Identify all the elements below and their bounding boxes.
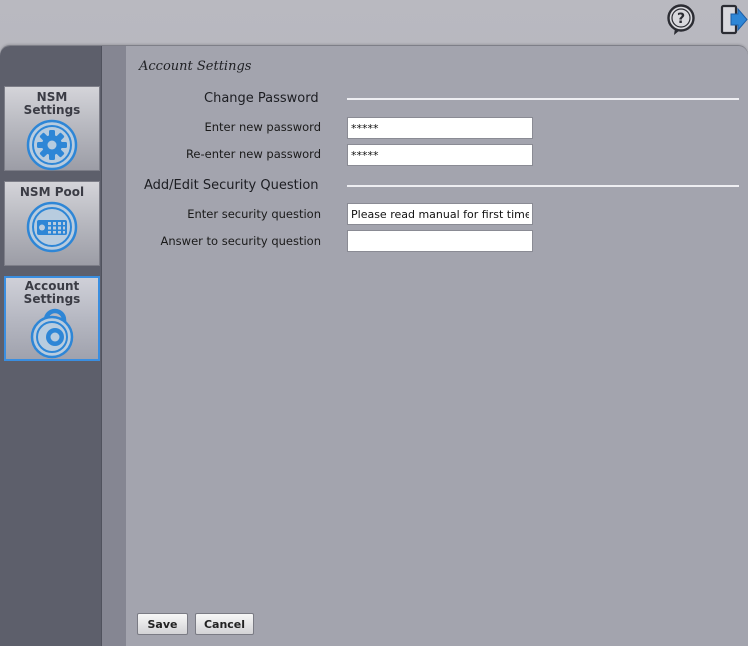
new-password-field[interactable]: [347, 117, 533, 139]
storage-pool-icon: [26, 201, 78, 253]
sidebar-gutter: [102, 46, 126, 646]
padlock-icon: [30, 308, 74, 359]
security-question-field[interactable]: [347, 203, 533, 225]
security-question-divider: [347, 185, 739, 187]
main-panel: NSM Settings NSM Pool Account Settings A…: [0, 46, 748, 646]
gear-settings-icon: [26, 119, 78, 171]
change-password-divider: [347, 98, 739, 100]
reenter-password-field[interactable]: [347, 144, 533, 166]
sidebar-item-account-settings[interactable]: Account Settings: [4, 276, 100, 361]
svg-text:?: ?: [677, 11, 685, 27]
help-icon[interactable]: ?: [666, 3, 696, 37]
sidebar-item-label: NSM Pool: [19, 185, 85, 199]
sidebar-item-nsm-settings[interactable]: NSM Settings: [4, 86, 100, 171]
save-button[interactable]: Save: [137, 613, 188, 635]
sidebar: NSM Settings NSM Pool Account Settings: [0, 46, 102, 646]
security-question-heading: Add/Edit Security Question: [144, 178, 319, 193]
reenter-password-label: Re-enter new password: [185, 147, 321, 161]
sidebar-item-nsm-pool[interactable]: NSM Pool: [4, 181, 100, 266]
security-question-label: Enter security question: [187, 207, 321, 221]
page-title: Account Settings: [139, 59, 252, 74]
top-bar: ?: [0, 0, 748, 46]
change-password-heading: Change Password: [204, 91, 319, 106]
cancel-button[interactable]: Cancel: [195, 613, 254, 635]
sidebar-item-label: Account Settings: [23, 279, 81, 306]
content-area: Account Settings Change Password Enter n…: [126, 46, 748, 646]
security-answer-label: Answer to security question: [160, 234, 321, 248]
sidebar-item-label: NSM Settings: [23, 90, 81, 117]
new-password-label: Enter new password: [204, 120, 321, 134]
security-answer-field[interactable]: [347, 230, 533, 252]
logout-icon[interactable]: [720, 4, 748, 36]
